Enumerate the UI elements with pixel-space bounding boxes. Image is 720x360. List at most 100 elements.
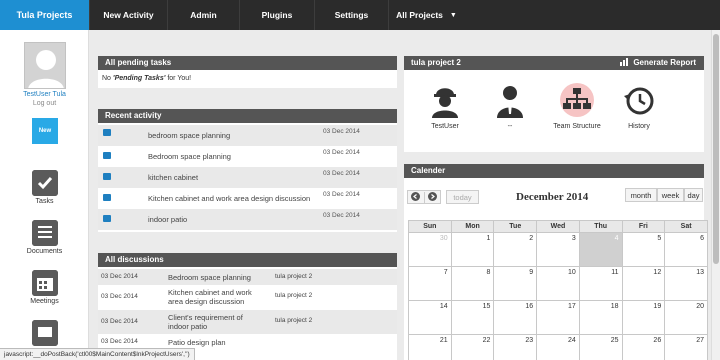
- table-row[interactable]: 03 Dec 2014 Kitchen cabinet and work are…: [98, 285, 397, 310]
- list-item[interactable]: kitchen cabinet 03 Dec 2014: [98, 167, 397, 188]
- calendar-day-cell[interactable]: 4: [578, 232, 623, 267]
- weekday-header: Mon: [450, 220, 495, 233]
- calendar-day-cell[interactable]: 22: [450, 334, 495, 360]
- nav-settings[interactable]: Settings: [314, 0, 388, 30]
- browser-status-bar: javascript:__doPostBack('ctl00$MainConte…: [0, 348, 195, 360]
- discussion-title[interactable]: Bedroom space planning: [168, 273, 251, 282]
- chevron-left-icon: [411, 191, 421, 201]
- chat-icon: [31, 320, 58, 346]
- calendar-day-cell[interactable]: 25: [578, 334, 623, 360]
- calendar-day-cell[interactable]: 11: [578, 266, 623, 301]
- activity-title[interactable]: Kitchen cabinet and work area design dis…: [148, 194, 310, 203]
- calendar-icon: [31, 270, 58, 296]
- activity-title[interactable]: bedroom space planning: [148, 131, 230, 140]
- panel-title: Recent activity: [98, 109, 397, 123]
- sidebar-item-tasks[interactable]: Tasks: [0, 170, 89, 205]
- day-view-button[interactable]: day: [684, 188, 703, 202]
- activity-date: 03 Dec 2014: [323, 170, 360, 177]
- chevron-right-icon: [427, 191, 437, 201]
- project-panel: tula project 2 Generate Report TestUser …: [404, 56, 704, 152]
- discussion-title[interactable]: Kitchen cabinet and work area design dis…: [168, 288, 263, 306]
- discussion-title[interactable]: Client's requirement of indoor patio: [168, 313, 253, 331]
- discussion-date: 03 Dec 2014: [101, 318, 138, 325]
- logout-link[interactable]: Log out: [0, 100, 89, 107]
- calendar-day-cell[interactable]: 14: [408, 300, 452, 335]
- calendar-day-cell[interactable]: 5: [621, 232, 666, 267]
- week-view-button[interactable]: week: [657, 188, 684, 202]
- project-item-label: --: [507, 123, 513, 130]
- table-row[interactable]: 03 Dec 2014 Bedroom space planning tula …: [98, 269, 397, 285]
- discussion-title[interactable]: Patio design plan: [168, 338, 226, 347]
- project-item-history[interactable]: History: [604, 84, 674, 130]
- brand-logo[interactable]: Tula Projects: [0, 0, 89, 30]
- nav-admin[interactable]: Admin: [167, 0, 239, 30]
- sidebar-item-label: Meetings: [30, 298, 59, 305]
- activity-date: 03 Dec 2014: [323, 191, 360, 198]
- nav-plugins[interactable]: Plugins: [239, 0, 314, 30]
- documents-icon: [31, 220, 58, 246]
- discussion-date: 03 Dec 2014: [101, 273, 138, 280]
- today-button[interactable]: today: [446, 190, 479, 204]
- calendar-day-cell[interactable]: 16: [493, 300, 538, 335]
- vertical-scrollbar[interactable]: [711, 30, 720, 360]
- calendar-day-cell[interactable]: 21: [408, 334, 452, 360]
- list-item[interactable]: bedroom space planning 03 Dec 2014: [98, 125, 397, 146]
- month-view-button[interactable]: month: [625, 188, 657, 202]
- list-item[interactable]: Bedroom space planning 03 Dec 2014: [98, 146, 397, 167]
- sidebar-item-discussions[interactable]: [0, 320, 89, 346]
- calendar-day-cell[interactable]: 13: [664, 266, 708, 301]
- calendar-day-cell[interactable]: 9: [493, 266, 538, 301]
- nav-new-activity[interactable]: New Activity: [89, 0, 167, 30]
- project-item-team-structure[interactable]: Team Structure: [542, 82, 612, 130]
- calendar-day-cell[interactable]: 8: [450, 266, 495, 301]
- calendar-day-cell[interactable]: 15: [450, 300, 495, 335]
- calendar-day-cell[interactable]: 3: [536, 232, 580, 267]
- discussion-project: tula project 2: [275, 317, 313, 324]
- list-item[interactable]: Kitchen cabinet and work area design dis…: [98, 188, 397, 209]
- generate-report-button[interactable]: Generate Report: [620, 56, 696, 70]
- new-button[interactable]: New: [32, 118, 58, 144]
- activity-title[interactable]: Bedroom space planning: [148, 152, 231, 161]
- calendar-day-cell[interactable]: 20: [664, 300, 708, 335]
- table-row[interactable]: 03 Dec 2014 Client's requirement of indo…: [98, 310, 397, 334]
- activity-title[interactable]: kitchen cabinet: [148, 173, 198, 182]
- avatar[interactable]: [24, 42, 66, 89]
- weekday-header: Thu: [578, 220, 623, 233]
- project-item-testuser[interactable]: TestUser: [410, 84, 480, 130]
- calendar-day-cell[interactable]: 10: [536, 266, 580, 301]
- calendar-day-cell[interactable]: 30: [408, 232, 452, 267]
- calendar-day-cell[interactable]: 7: [408, 266, 452, 301]
- sidebar-item-documents[interactable]: Documents: [0, 220, 89, 255]
- calendar-day-cell[interactable]: 1: [450, 232, 495, 267]
- calendar-day-cell[interactable]: 26: [621, 334, 666, 360]
- nav-all-projects[interactable]: All Projects ▼: [388, 0, 464, 30]
- top-navigation-bar: Tula Projects New Activity Admin Plugins…: [0, 0, 720, 30]
- list-item[interactable]: indoor patio 03 Dec 2014: [98, 209, 397, 230]
- person-icon: [497, 86, 523, 118]
- calendar-day-cell[interactable]: 24: [536, 334, 580, 360]
- calendar-day-cell[interactable]: 27: [664, 334, 708, 360]
- calendar-week-row: 30 1 2 3 4 5 6: [408, 232, 708, 267]
- weekday-header: Tue: [493, 220, 538, 233]
- calendar-grid: Sun Mon Tue Wed Thu Fri Sat 30 1 2 3 4 5 6 7 8 9 10 11 12 1…: [408, 220, 708, 360]
- discussion-project: tula project 2: [275, 292, 313, 299]
- activity-title[interactable]: indoor patio: [148, 215, 187, 224]
- generate-report-label: Generate Report: [633, 58, 696, 67]
- project-item-person[interactable]: --: [475, 84, 545, 130]
- panel-title: All discussions: [98, 253, 397, 267]
- calendar-day-cell[interactable]: 19: [621, 300, 666, 335]
- calendar-week-row: 7 8 9 10 11 12 13: [408, 266, 708, 301]
- sidebar-item-meetings[interactable]: Meetings: [0, 270, 89, 305]
- calendar-day-cell[interactable]: 23: [493, 334, 538, 360]
- calendar-day-cell[interactable]: 12: [621, 266, 666, 301]
- recent-activity-panel: Recent activity bedroom space planning 0…: [98, 109, 397, 232]
- scrollbar-thumb[interactable]: [713, 34, 719, 264]
- prev-month-button[interactable]: [408, 191, 424, 203]
- next-month-button[interactable]: [423, 191, 440, 203]
- calendar-day-cell[interactable]: 18: [578, 300, 623, 335]
- username-link[interactable]: TestUser Tula: [0, 91, 89, 98]
- calendar-day-cell[interactable]: 17: [536, 300, 580, 335]
- calendar-day-cell[interactable]: 2: [493, 232, 538, 267]
- nav-all-projects-label: All Projects: [396, 10, 443, 20]
- calendar-day-cell[interactable]: 6: [664, 232, 708, 267]
